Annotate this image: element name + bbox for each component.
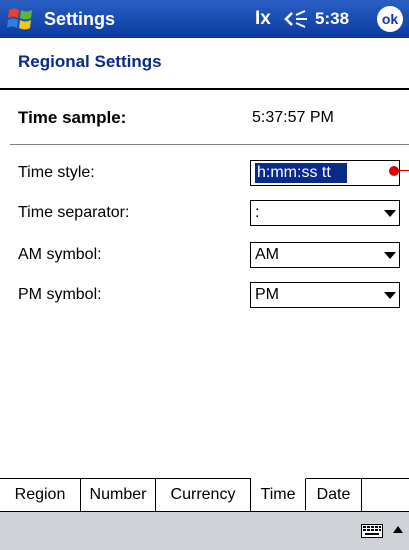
tab-bar: Region Number Currency Time Date: [0, 478, 409, 511]
pm-symbol-label: PM symbol:: [18, 286, 102, 303]
annotation-dot: [389, 166, 399, 176]
tab-time[interactable]: Time: [251, 478, 306, 510]
time-sample-label: Time sample:: [18, 108, 127, 127]
page-title: Regional Settings: [18, 52, 162, 71]
sip-arrow-up-icon[interactable]: [393, 526, 403, 533]
tab-currency[interactable]: Currency: [156, 479, 251, 511]
clock[interactable]: 5:38: [315, 0, 349, 38]
volume-icon[interactable]: [283, 9, 309, 29]
chevron-down-icon[interactable]: [384, 210, 396, 217]
time-separator-combo[interactable]: :: [250, 200, 400, 226]
time-style-combo[interactable]: h:mm:ss tt: [250, 160, 400, 186]
am-symbol-label: AM symbol:: [18, 246, 102, 263]
am-symbol-value: AM: [255, 246, 279, 263]
chevron-down-icon[interactable]: [384, 292, 396, 299]
pm-symbol-value: PM: [255, 286, 279, 303]
tab-number[interactable]: Number: [81, 479, 156, 511]
windows-start-icon[interactable]: [6, 4, 36, 34]
section-divider: [10, 144, 409, 145]
chevron-down-icon[interactable]: [384, 252, 396, 259]
time-style-label: Time style:: [18, 164, 95, 181]
connectivity-icon[interactable]: Ix: [255, 0, 271, 38]
header-divider: [0, 88, 409, 90]
app-title: Settings: [44, 9, 116, 29]
time-style-value[interactable]: h:mm:ss tt: [255, 163, 347, 183]
tab-region[interactable]: Region: [0, 479, 81, 511]
ok-button[interactable]: ok: [377, 6, 403, 32]
tab-date[interactable]: Date: [306, 479, 362, 511]
keyboard-icon[interactable]: [361, 524, 383, 538]
time-separator-value: :: [255, 204, 260, 221]
time-sample-value: 5:37:57 PM: [252, 109, 334, 126]
pm-symbol-combo[interactable]: PM: [250, 282, 400, 308]
command-bar: [0, 511, 409, 550]
time-separator-label: Time separator:: [18, 204, 130, 221]
title-bar: Settings Ix 5:38 ok: [0, 0, 409, 38]
am-symbol-combo[interactable]: AM: [250, 242, 400, 268]
annotation-line: [398, 170, 409, 171]
